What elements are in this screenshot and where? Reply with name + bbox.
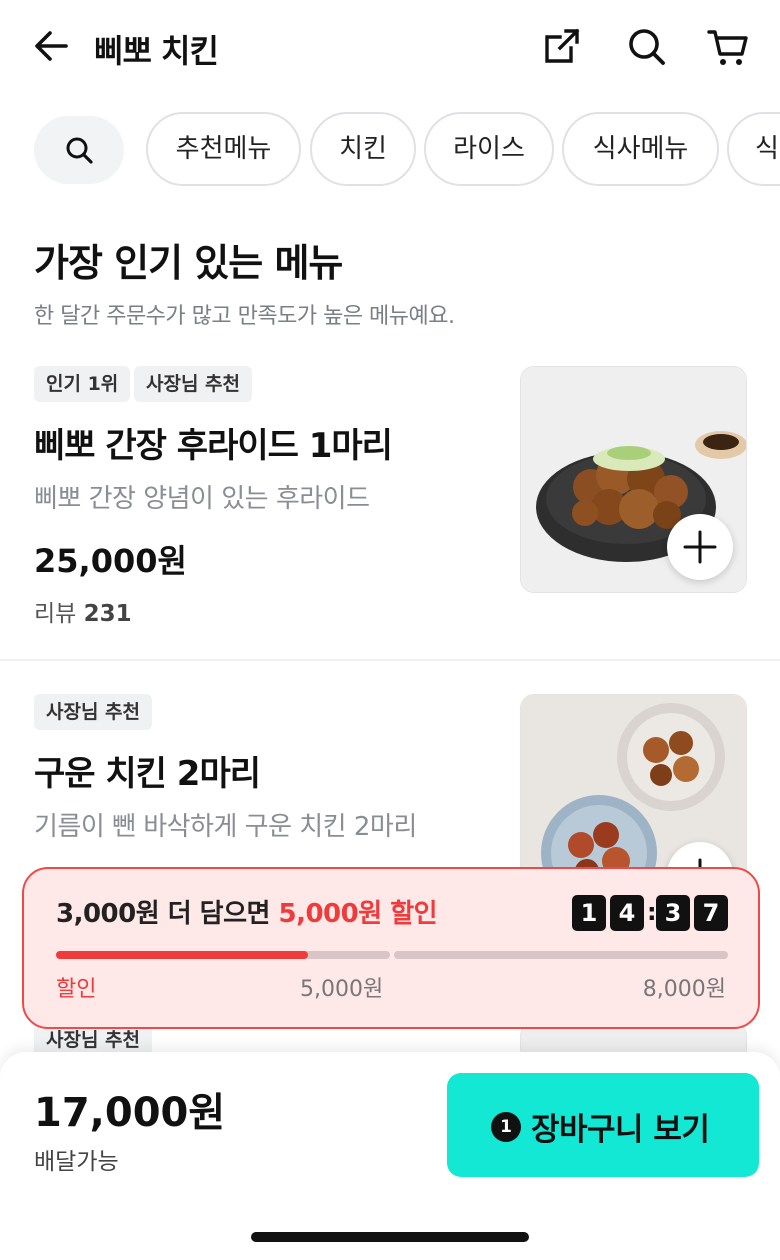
progress-track-segment [56, 951, 390, 959]
add-to-cart-button[interactable] [667, 514, 733, 580]
item-review-count: 리뷰 231 [34, 601, 132, 627]
chip-rice[interactable]: 라이스 [424, 112, 554, 186]
timer-digit: 4 [610, 895, 644, 931]
menu-item[interactable]: 인기 1위 사장님 추천 삐뽀 간장 후라이드 1마리 삐뽀 간장 양념이 있는… [0, 366, 780, 636]
discount-promo-banner[interactable]: 3,000원 더 담으면 5,000원 할인 1 4 : 3 7 할인 5,00… [22, 867, 760, 1029]
timer-digit: 3 [656, 895, 690, 931]
app-header: 삐뽀 치킨 [0, 0, 780, 96]
timer-digit: 1 [572, 895, 606, 931]
badge-owner-pick: 사장님 추천 [34, 694, 153, 730]
progress-track-segment [394, 951, 728, 959]
search-icon[interactable] [624, 24, 668, 68]
bottom-order-bar: 17,000원 배달가능 1 장바구니 보기 [0, 1052, 780, 1260]
cart-count-badge: 1 [491, 1112, 521, 1142]
progress-fill [56, 951, 308, 959]
progress-label-5000: 5,000원 [300, 977, 384, 1002]
section-title: 가장 인기 있는 메뉴 [34, 241, 343, 285]
progress-label-8000: 8,000원 [642, 977, 726, 1002]
item-description: 기름이 뺀 바삭하게 구운 치킨 2마리 [34, 812, 417, 842]
item-description: 삐뽀 간장 양념이 있는 후라이드 [34, 484, 370, 514]
item-divider [0, 659, 780, 661]
delivery-status: 배달가능 [34, 1149, 119, 1175]
plus-icon [683, 530, 717, 564]
view-cart-label: 장바구니 보기 [531, 1112, 710, 1148]
item-name: 구운 치킨 2마리 [34, 754, 261, 794]
promo-message: 3,000원 더 담으면 5,000원 할인 [56, 899, 438, 929]
timer-digit: 7 [694, 895, 728, 931]
badge-owner-pick: 사장님 추천 [134, 366, 253, 402]
chip-recommended[interactable]: 추천메뉴 [146, 112, 301, 186]
chip-meal[interactable]: 식사메뉴 [562, 112, 719, 186]
chip-search-button[interactable] [34, 116, 124, 184]
back-arrow-icon[interactable] [30, 24, 74, 68]
view-cart-button[interactable]: 1 장바구니 보기 [447, 1073, 759, 1177]
section-subtitle: 한 달간 주문수가 많고 만족도가 높은 메뉴예요. [34, 304, 455, 329]
chip-chicken[interactable]: 치킨 [310, 112, 416, 186]
item-name: 삐뽀 간장 후라이드 1마리 [34, 426, 393, 466]
search-icon [66, 137, 93, 164]
cart-icon[interactable] [706, 24, 750, 68]
chip-partial[interactable]: 식 [727, 112, 780, 186]
order-total: 17,000원 [34, 1090, 226, 1136]
category-chip-bar: 추천메뉴 치킨 라이스 식사메뉴 식 [0, 112, 780, 188]
share-icon[interactable] [540, 24, 584, 68]
store-title: 삐뽀 치킨 [94, 32, 219, 70]
menu-item[interactable]: 사장님 추천 구운 치킨 2마리 기름이 뺀 바삭하게 구운 치킨 2마리 [0, 694, 780, 921]
progress-label-discount: 할인 [56, 977, 97, 1002]
home-indicator[interactable] [251, 1232, 529, 1242]
item-price: 25,000원 [34, 542, 187, 580]
badge-popular-rank: 인기 1위 [34, 366, 131, 402]
